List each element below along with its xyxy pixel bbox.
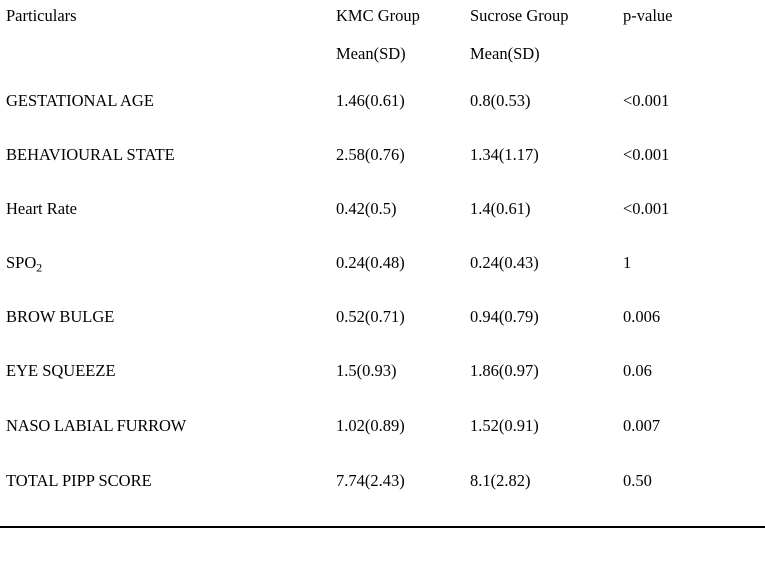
pipp-score-table: Particulars KMC Group Sucrose Group p-va… [0,0,765,527]
cell-kmc-value-group: 1.5(0.93) 1.02(0.89) 7.74(2.43) [330,355,464,527]
cell-p-value: 0.50 [623,471,652,490]
cell-particular: TOTAL PIPP SCORE [6,471,152,490]
cell-particular-subscript: 2 [36,260,43,275]
cell-kmc-value: 2.58(0.76) [336,145,405,164]
cell-p-value: <0.001 [623,199,670,218]
cell-sucrose-value: 8.1(2.82) [470,471,531,490]
cell-sucrose-value: 1.86(0.97) [470,361,539,380]
cell-particular: SPO2 [0,247,330,301]
table-row: BROW BULGE 0.52(0.71) 0.94(0.79) 0.006 [0,301,765,355]
cell-sucrose-value-group: 1.86(0.97) 1.52(0.91) 8.1(2.82) [464,355,617,527]
subheader-kmc-statistic: Mean(SD) [336,44,406,63]
cell-kmc-value: 0.42(0.5) [336,199,397,218]
cell-sucrose-value: 0.94(0.79) [470,307,539,326]
cell-particular-text: SPO [6,253,37,272]
cell-kmc-value: 0.24(0.48) [336,253,405,272]
subheader-sucrose-statistic: Mean(SD) [470,44,540,63]
column-header-p-value: p-value [623,6,673,25]
table-row: GESTATIONAL AGE 1.46(0.61) 0.8(0.53) <0.… [0,85,765,139]
cell-particular: NASO LABIAL FURROW [6,416,187,435]
column-header-kmc-group: KMC Group [336,6,420,25]
cell-sucrose-value: 1.34(1.17) [470,145,539,164]
cell-p-value: <0.001 [623,91,670,110]
column-header-particulars: Particulars [6,6,77,25]
cell-p-value: 0.06 [623,361,652,380]
cell-sucrose-value: 0.24(0.43) [470,253,539,272]
cell-kmc-value: 0.52(0.71) [336,307,405,326]
cell-particular: Heart Rate [6,199,78,218]
subheader-p-value-blank [617,38,765,85]
cell-particular: BROW BULGE [6,307,115,326]
table-header-row-groups: Particulars KMC Group Sucrose Group p-va… [0,0,765,38]
table-row: BEHAVIOURAL STATE 2.58(0.76) 1.34(1.17) … [0,139,765,193]
table-row: SPO2 0.24(0.48) 0.24(0.43) 1 [0,247,765,301]
cell-p-value: 0.007 [623,416,661,435]
cell-p-value-group: 0.06 0.007 0.50 [617,355,765,527]
cell-kmc-value: 1.02(0.89) [336,416,405,435]
table-header-row-statistic: Mean(SD) Mean(SD) [0,38,765,85]
cell-kmc-value: 1.5(0.93) [336,361,397,380]
cell-particular: BEHAVIOURAL STATE [6,145,175,164]
cell-kmc-value: 1.46(0.61) [336,91,405,110]
cell-particular-group: EYE SQUEEZE NASO LABIAL FURROW TOTAL PIP… [0,355,330,527]
cell-particular: GESTATIONAL AGE [6,91,154,110]
column-header-sucrose-group: Sucrose Group [470,6,569,25]
table-bottom-border [0,526,765,528]
cell-p-value: 0.006 [623,307,661,326]
cell-p-value: 1 [623,253,632,272]
cell-sucrose-value: 1.4(0.61) [470,199,531,218]
cell-sucrose-value: 0.8(0.53) [470,91,531,110]
cell-kmc-value: 7.74(2.43) [336,471,405,490]
cell-particular: EYE SQUEEZE [6,361,116,380]
subheader-particulars-blank [0,38,330,85]
pipp-score-table-container: Particulars KMC Group Sucrose Group p-va… [0,0,765,564]
cell-p-value: <0.001 [623,145,670,164]
table-row: Heart Rate 0.42(0.5) 1.4(0.61) <0.001 [0,193,765,247]
table-row-group-merged: EYE SQUEEZE NASO LABIAL FURROW TOTAL PIP… [0,355,765,527]
cell-sucrose-value: 1.52(0.91) [470,416,539,435]
